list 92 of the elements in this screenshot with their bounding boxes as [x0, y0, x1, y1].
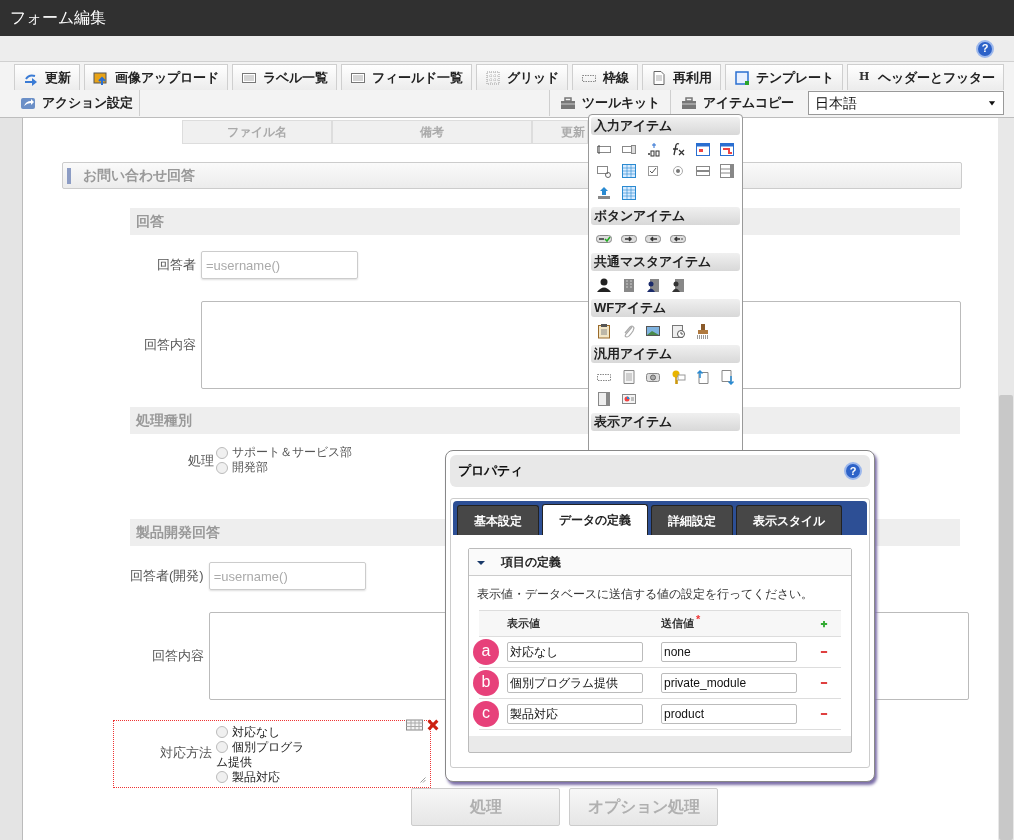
- calendar-icon[interactable]: [694, 141, 711, 157]
- decimal-icon[interactable]: [645, 141, 662, 157]
- tab[interactable]: 表示スタイル: [736, 505, 842, 535]
- document-icon: [651, 69, 667, 86]
- document-upload-icon[interactable]: [694, 369, 711, 385]
- stamp-icon[interactable]: [694, 323, 711, 339]
- radio-option[interactable]: 製品対応: [216, 770, 310, 785]
- required-mark: *: [696, 612, 701, 628]
- text-field[interactable]: private_module: [661, 673, 797, 693]
- user-icon[interactable]: [596, 277, 612, 293]
- palette-section-header: 共通マスタアイテム: [591, 253, 740, 271]
- toolbar-button[interactable]: テンプレート: [725, 64, 843, 90]
- grid-icon: [485, 69, 501, 86]
- image-upload-icon: [93, 69, 109, 86]
- field-label: 処理: [187, 452, 215, 471]
- toolbar-button[interactable]: 再利用: [642, 64, 721, 90]
- user-building-icon[interactable]: [670, 277, 686, 293]
- document-icon[interactable]: [620, 369, 637, 385]
- help-button[interactable]: ?: [976, 39, 994, 58]
- header-icon: H: [856, 69, 873, 86]
- step-badge: a: [473, 639, 499, 665]
- dialog-title: プロパティ: [458, 462, 523, 481]
- help-button[interactable]: ?: [844, 462, 862, 480]
- caret-icon: [987, 98, 997, 108]
- column-header: 表示値: [507, 617, 540, 630]
- step-badge: b: [473, 670, 499, 696]
- toolbar-button[interactable]: 更新: [14, 64, 80, 90]
- text-field[interactable]: none: [661, 642, 797, 662]
- toolbox-icon: [681, 95, 697, 111]
- text-field[interactable]: 個別プログラム提供: [507, 673, 643, 693]
- toolbar-button[interactable]: H ヘッダーとフッター: [847, 64, 1005, 90]
- delete-icon[interactable]: [426, 717, 440, 732]
- text-field[interactable]: =username(): [208, 562, 366, 590]
- field-label: 回答者(開発): [130, 567, 204, 585]
- column-header: 送信値: [661, 616, 694, 632]
- formula-icon[interactable]: [670, 141, 686, 157]
- description-text: 表示値・データベースに送信する値の設定を行ってください。: [477, 586, 814, 603]
- calendar-icon[interactable]: [719, 141, 736, 157]
- field-label: 回答内容: [150, 647, 204, 666]
- tab[interactable]: 詳細設定: [651, 505, 733, 535]
- radio-option[interactable]: 個別プログラム提供: [216, 740, 310, 770]
- tab[interactable]: データの定義: [542, 504, 648, 535]
- toolbar-button[interactable]: ラベル一覧: [232, 64, 337, 90]
- search-field-icon[interactable]: [596, 163, 612, 179]
- language-dropdown[interactable]: 日本語: [808, 91, 1004, 115]
- palette-section-header: WFアイテム: [591, 299, 740, 317]
- column-header: ファイル名: [182, 120, 332, 144]
- palette-section-header: 汎用アイテム: [591, 345, 740, 363]
- panel-title: 項目の定義: [501, 554, 561, 571]
- palette-section-header: 表示アイテム: [591, 413, 740, 431]
- toolbar-button[interactable]: グリッド: [476, 64, 568, 90]
- toolbar-button[interactable]: アクション設定: [14, 90, 140, 116]
- key-icon[interactable]: [670, 369, 686, 385]
- text-field[interactable]: product: [661, 704, 797, 724]
- window-title: フォーム編集: [10, 8, 106, 28]
- step-badge: c: [473, 701, 499, 727]
- text-field[interactable]: =username(): [201, 251, 358, 279]
- resize-handle-icon[interactable]: [418, 775, 428, 785]
- clipboard-clock-icon[interactable]: [670, 323, 686, 339]
- palette-section-header: ボタンアイテム: [591, 207, 740, 225]
- list-icon[interactable]: [694, 163, 711, 179]
- document-download-icon[interactable]: [719, 369, 736, 385]
- table-icon[interactable]: [620, 185, 637, 201]
- clipboard-icon[interactable]: [596, 323, 612, 339]
- column-header: 更新: [532, 120, 588, 144]
- panel-icon[interactable]: [596, 391, 612, 407]
- radio-option[interactable]: 対応なし: [216, 725, 310, 740]
- list-box-icon[interactable]: [719, 163, 736, 179]
- radio-option[interactable]: サポート＆サービス部: [216, 445, 352, 460]
- text-field[interactable]: 製品対応: [507, 704, 643, 724]
- field-label: 回答者: [156, 256, 196, 274]
- toolbar-button[interactable]: 画像アップロード: [84, 64, 228, 90]
- palette-section-header: 入力アイテム: [591, 117, 740, 135]
- tab[interactable]: 基本設定: [457, 505, 539, 535]
- radio-icon[interactable]: [670, 163, 686, 179]
- chart-card-icon[interactable]: [620, 391, 637, 407]
- radio-option[interactable]: 開発部: [216, 460, 352, 475]
- text-field[interactable]: 対応なし: [507, 642, 643, 662]
- field-label: 回答内容: [143, 336, 196, 355]
- add-icon[interactable]: [819, 618, 829, 629]
- section-title: お問い合わせ回答: [83, 166, 195, 185]
- upload-icon[interactable]: [596, 185, 612, 201]
- scrollbar-thumb[interactable]: [999, 395, 1013, 840]
- image-icon[interactable]: [645, 323, 662, 339]
- user-building-icon[interactable]: [645, 277, 662, 293]
- column-header: 備考: [332, 120, 532, 144]
- field-label: 対応方法: [159, 744, 213, 763]
- table-icon[interactable]: [620, 163, 637, 179]
- toolbar-button[interactable]: 枠線: [572, 64, 638, 90]
- toolbox-icon: [560, 95, 576, 111]
- template-icon: [734, 69, 750, 86]
- toolbar-button[interactable]: フィールド一覧: [341, 64, 472, 90]
